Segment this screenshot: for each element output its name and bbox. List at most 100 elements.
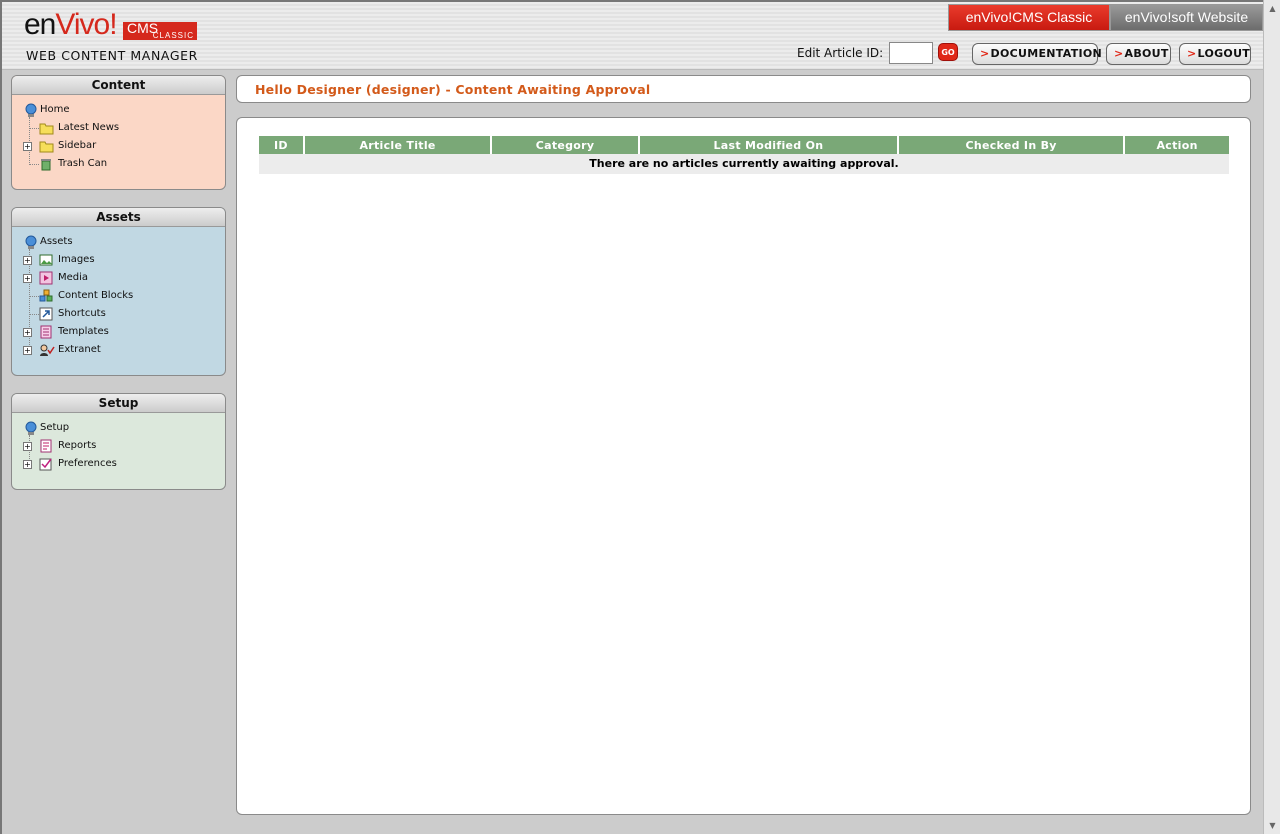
tree-item-extranet[interactable]: + Extranet <box>12 341 225 359</box>
checkbox-icon <box>39 457 53 471</box>
edit-article-id-input[interactable] <box>889 42 933 64</box>
go-button[interactable]: GO <box>938 43 958 61</box>
setup-panel-title: Setup <box>12 394 225 413</box>
tree-item-templates[interactable]: + Templates <box>12 323 225 341</box>
globe-icon <box>24 235 38 249</box>
column-checked-in-by[interactable]: Checked In By <box>898 136 1124 154</box>
app-window: enVivo! CMS CLASSIC WEB CONTENT MANAGER … <box>0 0 1263 834</box>
arrow-icon: > <box>1187 47 1197 60</box>
assets-panel: Assets Assets + Images + Media Content B… <box>11 207 226 376</box>
expand-icon[interactable]: + <box>23 460 32 469</box>
setup-panel: Setup Setup + Reports + Preferences <box>11 393 226 490</box>
tree-item-reports[interactable]: + Reports <box>12 437 225 455</box>
expand-icon[interactable]: + <box>23 142 32 151</box>
expand-icon[interactable]: + <box>23 328 32 337</box>
tab-envivo-cms-classic[interactable]: enVivo!CMS Classic <box>948 4 1110 31</box>
arrow-icon: > <box>1114 47 1124 60</box>
tree-item-label: Media <box>58 272 89 283</box>
template-icon <box>39 325 53 339</box>
articles-table: ID Article Title Category Last Modified … <box>257 136 1231 174</box>
empty-table-message: There are no articles currently awaiting… <box>259 154 1229 174</box>
tree-item-media[interactable]: + Media <box>12 269 225 287</box>
expand-icon[interactable]: + <box>23 256 32 265</box>
greeting-bar: Hello Designer (designer) - Content Awai… <box>236 75 1251 103</box>
logout-button[interactable]: >LOGOUT <box>1179 43 1251 65</box>
tree-item-label: Assets <box>40 236 73 247</box>
tree-item-sidebar[interactable]: + Sidebar <box>12 137 225 155</box>
expand-icon[interactable]: + <box>23 442 32 451</box>
page-title: Hello Designer (designer) - Content Awai… <box>255 82 651 97</box>
report-icon <box>39 439 53 453</box>
tree-item-label: Extranet <box>58 344 101 355</box>
vertical-scrollbar[interactable]: ▲ ▼ <box>1263 0 1280 834</box>
tree-hline <box>29 314 39 315</box>
column-article-title[interactable]: Article Title <box>304 136 491 154</box>
content-tree: Home Latest News + Sidebar Trash Can <box>12 95 225 173</box>
setup-tree: Setup + Reports + Preferences <box>12 413 225 473</box>
main-panel: ID Article Title Category Last Modified … <box>236 117 1251 815</box>
image-icon <box>39 253 53 267</box>
documentation-button[interactable]: >DOCUMENTATION <box>972 43 1102 65</box>
logo-vivo: Vivo! <box>55 8 117 41</box>
envivo-logo[interactable]: enVivo! CMS CLASSIC WEB CONTENT MANAGER <box>24 8 204 66</box>
arrow-icon: > <box>980 47 990 60</box>
folder-icon <box>39 121 54 135</box>
edit-article-id-label: Edit Article ID: <box>797 46 884 60</box>
tree-item-trash-can[interactable]: Trash Can <box>12 155 225 173</box>
tree-item-images[interactable]: + Images <box>12 251 225 269</box>
tree-item-assets[interactable]: Assets <box>12 233 225 251</box>
blocks-icon <box>39 289 53 303</box>
tree-item-shortcuts[interactable]: Shortcuts <box>12 305 225 323</box>
logo-en: en <box>24 8 56 41</box>
tree-hline <box>29 296 39 297</box>
table-header-row: ID Article Title Category Last Modified … <box>259 136 1229 154</box>
trash-icon <box>39 157 53 171</box>
column-last-modified[interactable]: Last Modified On <box>639 136 897 154</box>
logo-classic: CLASSIC <box>152 31 194 40</box>
globe-icon <box>24 421 38 435</box>
scroll-up-icon[interactable]: ▲ <box>1266 2 1279 15</box>
globe-icon <box>24 103 38 117</box>
tree-hline <box>29 128 39 129</box>
tree-item-label: Images <box>58 254 95 265</box>
tree-item-label: Reports <box>58 440 97 451</box>
expand-icon[interactable]: + <box>23 346 32 355</box>
tree-item-preferences[interactable]: + Preferences <box>12 455 225 473</box>
media-icon <box>39 271 53 285</box>
assets-panel-title: Assets <box>12 208 225 227</box>
tree-item-label: Shortcuts <box>58 308 106 319</box>
tree-item-latest-news[interactable]: Latest News <box>12 119 225 137</box>
assets-tree: Assets + Images + Media Content Blocks S… <box>12 227 225 359</box>
expand-icon[interactable]: + <box>23 274 32 283</box>
column-action[interactable]: Action <box>1125 136 1229 154</box>
tree-item-home[interactable]: Home <box>12 101 225 119</box>
tree-item-label: Trash Can <box>58 158 108 169</box>
tree-item-label: Home <box>40 104 70 115</box>
tree-item-content-blocks[interactable]: Content Blocks <box>12 287 225 305</box>
users-icon <box>39 343 55 357</box>
tree-item-label: Sidebar <box>58 140 97 151</box>
shortcut-icon <box>39 307 53 321</box>
documentation-label: DOCUMENTATION <box>990 47 1103 60</box>
tree-item-label: Content Blocks <box>58 290 134 301</box>
tree-item-label: Setup <box>40 422 70 433</box>
tree-item-label: Templates <box>58 326 109 337</box>
logo-wordmark: enVivo! <box>24 8 118 42</box>
scroll-down-icon[interactable]: ▼ <box>1266 819 1279 832</box>
folder-icon <box>39 139 54 153</box>
about-button[interactable]: >ABOUT <box>1106 43 1171 65</box>
tree-item-label: Latest News <box>58 122 120 133</box>
content-panel-title: Content <box>12 76 225 95</box>
site-tabs: enVivo!CMS Classic enVivo!soft Website <box>948 2 1263 32</box>
logo-tagline: WEB CONTENT MANAGER <box>26 48 198 63</box>
tree-item-label: Preferences <box>58 458 117 469</box>
table-row: There are no articles currently awaiting… <box>259 154 1229 174</box>
tab-envivosoft-website[interactable]: enVivo!soft Website <box>1110 4 1263 31</box>
column-category[interactable]: Category <box>492 136 638 154</box>
header: enVivo! CMS CLASSIC WEB CONTENT MANAGER … <box>2 2 1263 70</box>
logout-label: LOGOUT <box>1197 47 1251 60</box>
tree-hline <box>29 164 39 165</box>
column-id[interactable]: ID <box>259 136 303 154</box>
tree-item-setup[interactable]: Setup <box>12 419 225 437</box>
logo-cms-box: CMS CLASSIC <box>123 20 197 40</box>
